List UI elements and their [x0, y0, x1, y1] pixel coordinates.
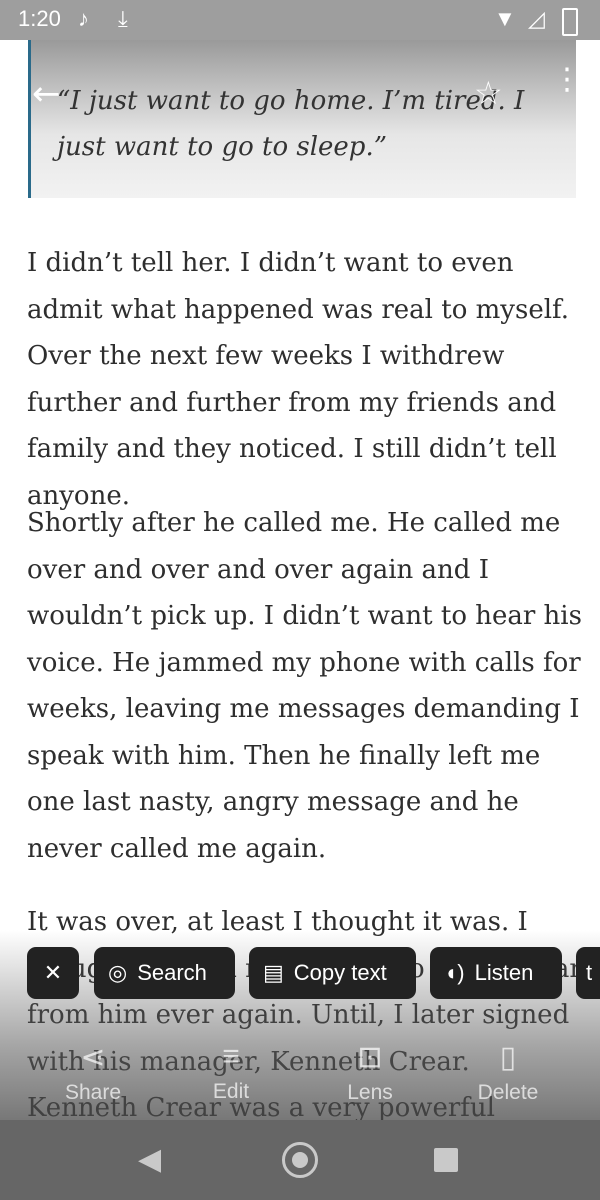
back-arrow-icon[interactable]: ← [32, 74, 61, 114]
more-chip-button[interactable]: t [576, 947, 600, 999]
delete-label: Delete [477, 1081, 539, 1104]
wifi-icon: ▼ [494, 6, 516, 31]
listen-button[interactable]: ◖) Listen [430, 947, 562, 999]
edit-icon: ≡ [222, 1040, 240, 1073]
edit-button[interactable]: ≡ Edit [176, 1040, 286, 1104]
nav-back-icon[interactable]: ◀ [138, 1142, 161, 1177]
quote-block: “I just want to go home. I’m tired. I ju… [28, 40, 576, 198]
lens-label: Lens [347, 1081, 393, 1104]
paragraph-2: Shortly after he called me. He called me… [27, 508, 582, 864]
more-vert-icon[interactable]: ⋮ [552, 65, 582, 95]
search-label: Search [137, 960, 207, 985]
listen-icon: ◖) [444, 960, 465, 985]
delete-button[interactable]: ▯ Delete [453, 1040, 563, 1105]
nav-recents-icon[interactable] [434, 1148, 458, 1172]
lens-search-icon: ◎ [108, 960, 128, 985]
paragraph-1: I didn’t tell her. I didn’t want to even… [27, 248, 569, 511]
listen-label: Listen [474, 960, 534, 985]
close-button[interactable]: ✕ [27, 947, 79, 999]
edit-label: Edit [212, 1080, 250, 1103]
share-icon: ⋖ [80, 1041, 106, 1074]
copy-text-label: Copy text [293, 960, 387, 985]
share-label: Share [64, 1081, 122, 1104]
copy-text-icon: ▤ [263, 960, 284, 985]
more-chip-label: t [586, 960, 593, 985]
tiktok-icon: ♪ [78, 6, 89, 31]
lens-icon: ⊡ [357, 1041, 383, 1074]
navigation-bar: ◀ [0, 1120, 600, 1200]
star-icon[interactable]: ☆ [474, 74, 503, 112]
share-button[interactable]: ⋖ Share [38, 1040, 148, 1105]
nav-home-icon[interactable] [282, 1142, 318, 1178]
trash-icon: ▯ [499, 1041, 517, 1074]
status-bar: 1:20 ♪ ⤓ ▼ ◿ [0, 0, 600, 40]
search-button[interactable]: ◎ Search [94, 947, 235, 999]
copy-text-button[interactable]: ▤ Copy text [249, 947, 416, 999]
lens-button[interactable]: ⊡ Lens [315, 1040, 425, 1105]
battery-icon [562, 8, 578, 36]
status-time: 1:20 [18, 6, 61, 31]
close-icon: ✕ [43, 960, 63, 985]
download-icon: ⤓ [118, 6, 128, 31]
nav-home-dot [292, 1152, 308, 1168]
signal-icon: ◿ [528, 6, 545, 31]
